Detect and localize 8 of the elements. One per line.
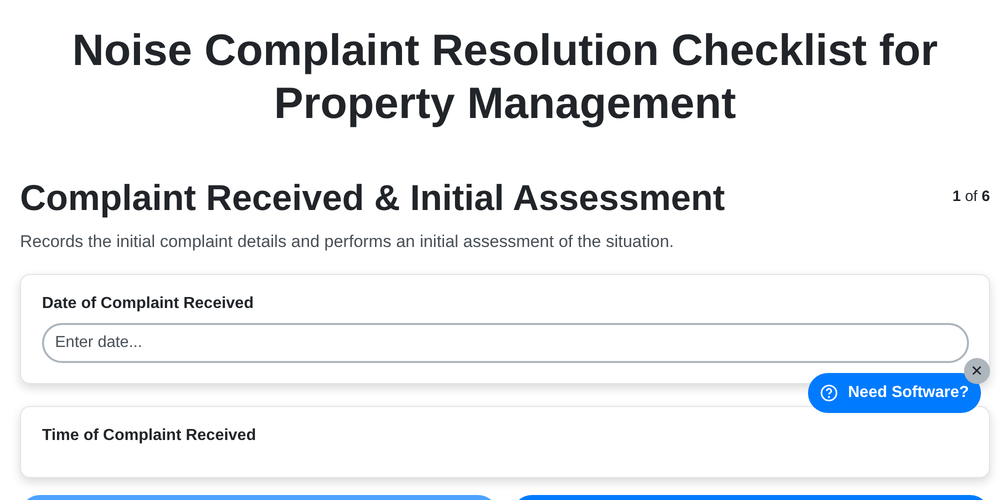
field-label: Time of Complaint Received — [42, 427, 257, 445]
section-heading: Complaint Received & Initial Assessment — [20, 176, 725, 220]
section-description: Records the initial complaint details and performs an initial assessment of the situation. — [20, 232, 675, 252]
step-counter: 1 of 6 — [952, 188, 990, 205]
page-title: Noise Complaint Resolution Checklist for Property Management — [71, 25, 939, 130]
field-label: Date of Complaint Received — [42, 295, 255, 313]
help-icon — [820, 384, 838, 402]
input-field[interactable]: Enter date... — [42, 323, 969, 363]
